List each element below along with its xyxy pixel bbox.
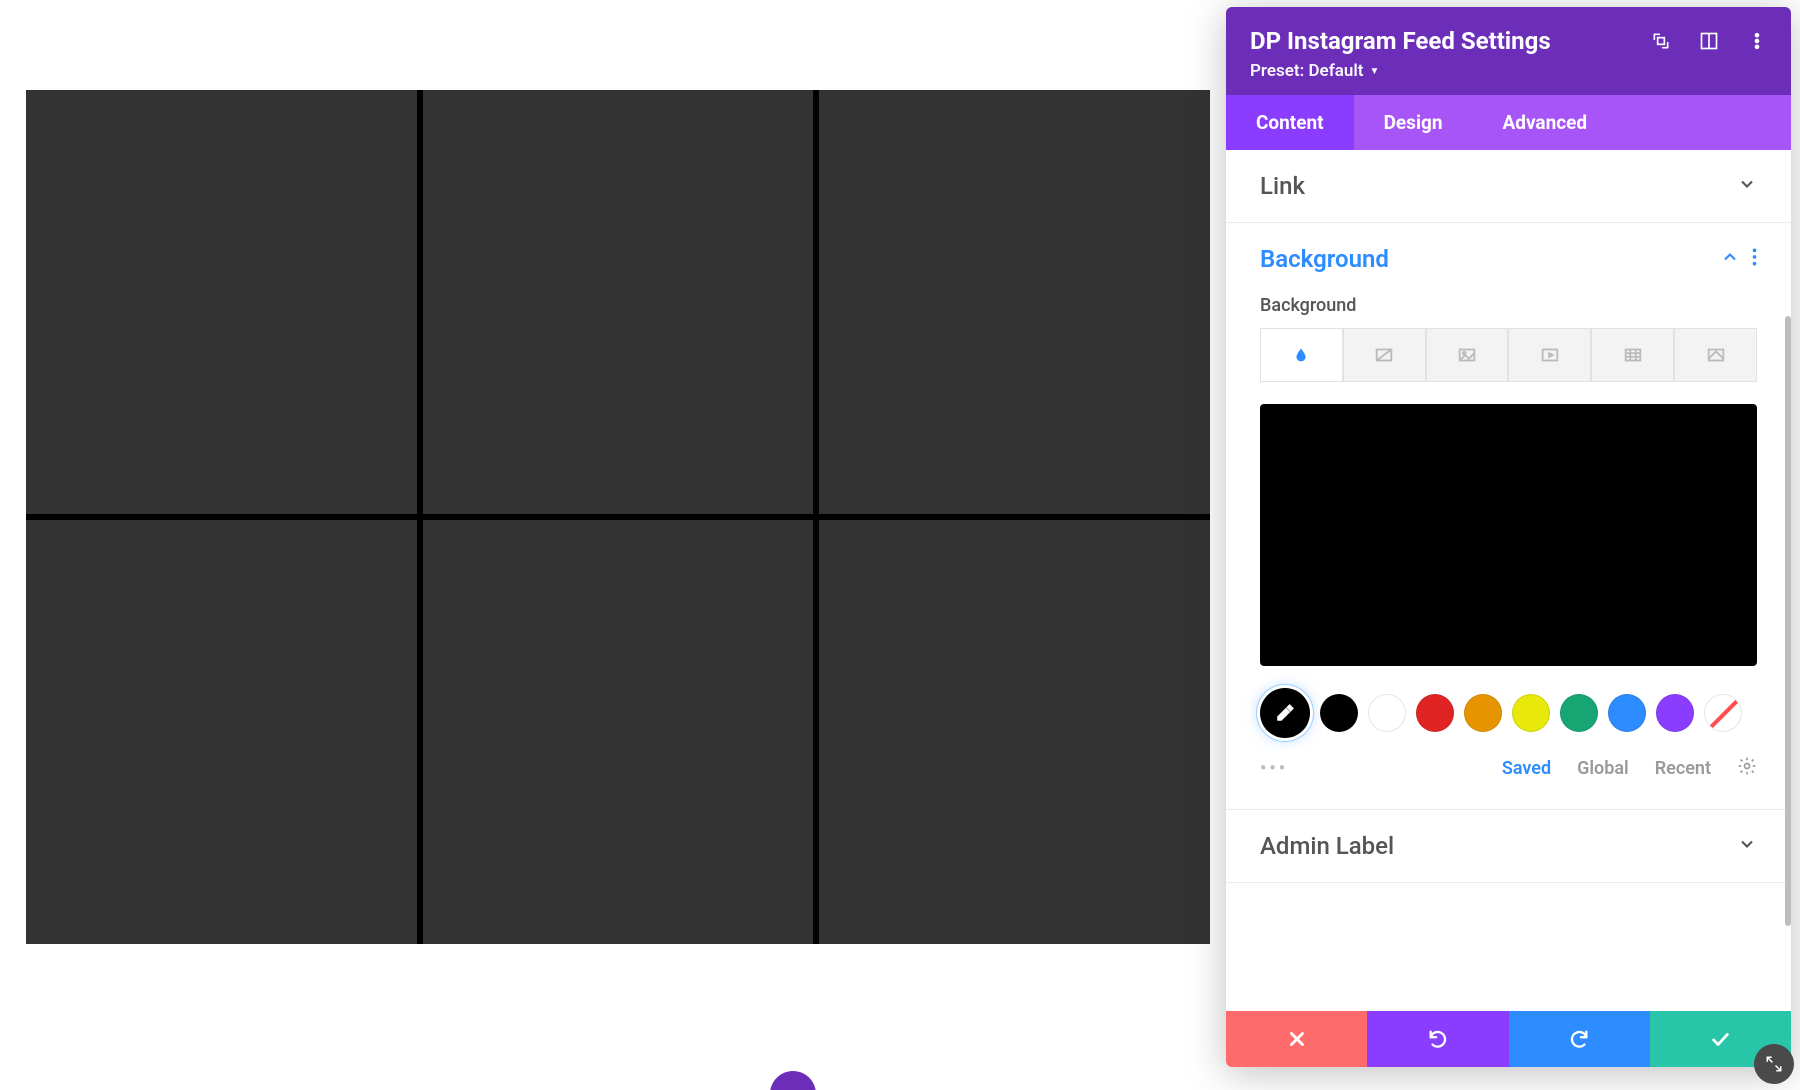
bg-type-color[interactable]: [1260, 328, 1343, 382]
chevron-down-icon: [1737, 174, 1757, 198]
bg-type-mask[interactable]: [1674, 328, 1757, 382]
more-icon[interactable]: [1747, 31, 1767, 51]
section-admin-label-header[interactable]: Admin Label: [1226, 810, 1791, 882]
preset-selector[interactable]: Preset: Default ▼: [1250, 61, 1767, 81]
tab-design[interactable]: Design: [1354, 95, 1473, 150]
panel-header: DP Instagram Feed Settings Preset: Defau…: [1226, 7, 1791, 95]
scrollbar[interactable]: [1785, 316, 1791, 926]
tab-advanced[interactable]: Advanced: [1472, 95, 1617, 150]
section-title: Background: [1260, 245, 1708, 273]
palette-tab-row: ••• Saved Global Recent: [1260, 756, 1757, 781]
palette-settings-icon[interactable]: [1737, 756, 1757, 781]
section-title: Admin Label: [1260, 832, 1725, 860]
undo-button[interactable]: [1367, 1011, 1508, 1067]
bg-type-gradient[interactable]: [1343, 328, 1426, 382]
section-link-header[interactable]: Link: [1226, 150, 1791, 222]
color-swatch[interactable]: [1560, 694, 1598, 732]
background-preview[interactable]: [1260, 404, 1757, 666]
field-label: Background: [1260, 295, 1757, 316]
bg-type-image[interactable]: [1426, 328, 1509, 382]
color-swatch[interactable]: [1320, 694, 1358, 732]
tab-content[interactable]: Content: [1226, 95, 1354, 150]
chevron-down-icon: [1737, 834, 1757, 858]
bg-type-video[interactable]: [1508, 328, 1591, 382]
palette-tab-recent[interactable]: Recent: [1655, 758, 1711, 779]
cancel-button[interactable]: [1226, 1011, 1367, 1067]
section-more-icon[interactable]: [1752, 247, 1757, 271]
color-swatch[interactable]: [1464, 694, 1502, 732]
color-swatch[interactable]: [1608, 694, 1646, 732]
bg-type-pattern[interactable]: [1591, 328, 1674, 382]
color-swatch[interactable]: [1416, 694, 1454, 732]
section-background-header[interactable]: Background: [1226, 223, 1791, 295]
feed-image[interactable]: [26, 90, 417, 514]
eyedropper-button[interactable]: [1260, 688, 1310, 738]
expand-icon[interactable]: [1651, 31, 1671, 51]
chevron-up-icon: [1720, 247, 1740, 271]
instagram-feed-grid: [26, 90, 1210, 944]
color-swatch-row: [1260, 688, 1757, 738]
tab-bar: Content Design Advanced: [1226, 95, 1791, 150]
color-swatch[interactable]: [1656, 694, 1694, 732]
settings-panel: DP Instagram Feed Settings Preset: Defau…: [1226, 7, 1791, 1067]
palette-tab-global[interactable]: Global: [1577, 758, 1629, 779]
feed-image[interactable]: [423, 90, 814, 514]
panel-footer: [1226, 1011, 1791, 1067]
panel-title: DP Instagram Feed Settings: [1250, 27, 1651, 55]
section-title: Link: [1260, 172, 1725, 200]
color-swatch[interactable]: [1368, 694, 1406, 732]
palette-tab-saved[interactable]: Saved: [1502, 758, 1551, 779]
color-swatch[interactable]: [1512, 694, 1550, 732]
chevron-down-icon: ▼: [1369, 66, 1379, 77]
panel-body: Link Background Backgrou: [1226, 150, 1791, 1011]
module-add-button[interactable]: [770, 1071, 816, 1090]
snap-icon[interactable]: [1699, 31, 1719, 51]
color-swatch-none[interactable]: [1704, 694, 1742, 732]
feed-image[interactable]: [26, 520, 417, 944]
feed-image[interactable]: [819, 520, 1210, 944]
resize-handle[interactable]: [1754, 1044, 1794, 1084]
redo-button[interactable]: [1509, 1011, 1650, 1067]
palette-more-icon[interactable]: •••: [1260, 758, 1288, 779]
feed-image[interactable]: [423, 520, 814, 944]
preset-label: Preset: Default: [1250, 61, 1363, 81]
feed-image[interactable]: [819, 90, 1210, 514]
background-type-tabs: [1260, 328, 1757, 382]
